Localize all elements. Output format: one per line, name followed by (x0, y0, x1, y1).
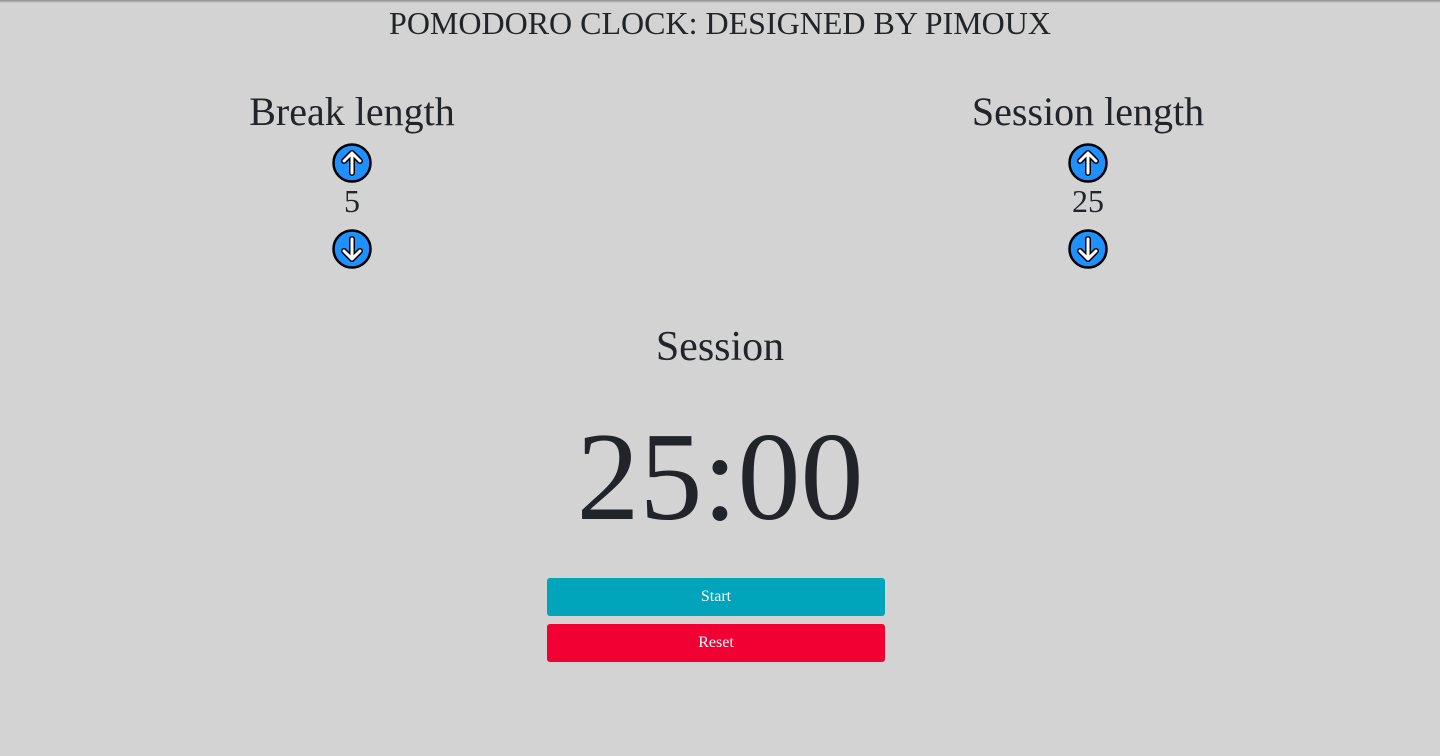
time-left-display: 25:00 (576, 408, 864, 547)
break-length-value: 5 (344, 183, 360, 219)
timer-label: Session (655, 324, 785, 370)
session-length-value: 25 (1072, 183, 1104, 219)
session-length-control: Session length 25 (888, 88, 1288, 269)
arrow-up-circle-icon (1068, 143, 1108, 183)
arrow-up-circle-icon (332, 143, 372, 183)
arrow-down-circle-icon (1068, 229, 1108, 269)
break-length-control: Break length 5 (152, 88, 552, 269)
start-button[interactable]: Start (547, 578, 885, 616)
session-increment-button[interactable] (1068, 143, 1108, 183)
break-increment-button[interactable] (332, 143, 372, 183)
reset-button[interactable]: Reset (547, 624, 885, 662)
arrow-down-circle-icon (332, 229, 372, 269)
top-shadow (0, 0, 1440, 3)
page-title: POMODORO CLOCK: DESIGNED BY PIMOUX (389, 5, 1051, 41)
session-decrement-button[interactable] (1068, 229, 1108, 269)
break-decrement-button[interactable] (332, 229, 372, 269)
session-length-label: Session length (971, 89, 1205, 134)
break-length-label: Break length (249, 89, 455, 134)
